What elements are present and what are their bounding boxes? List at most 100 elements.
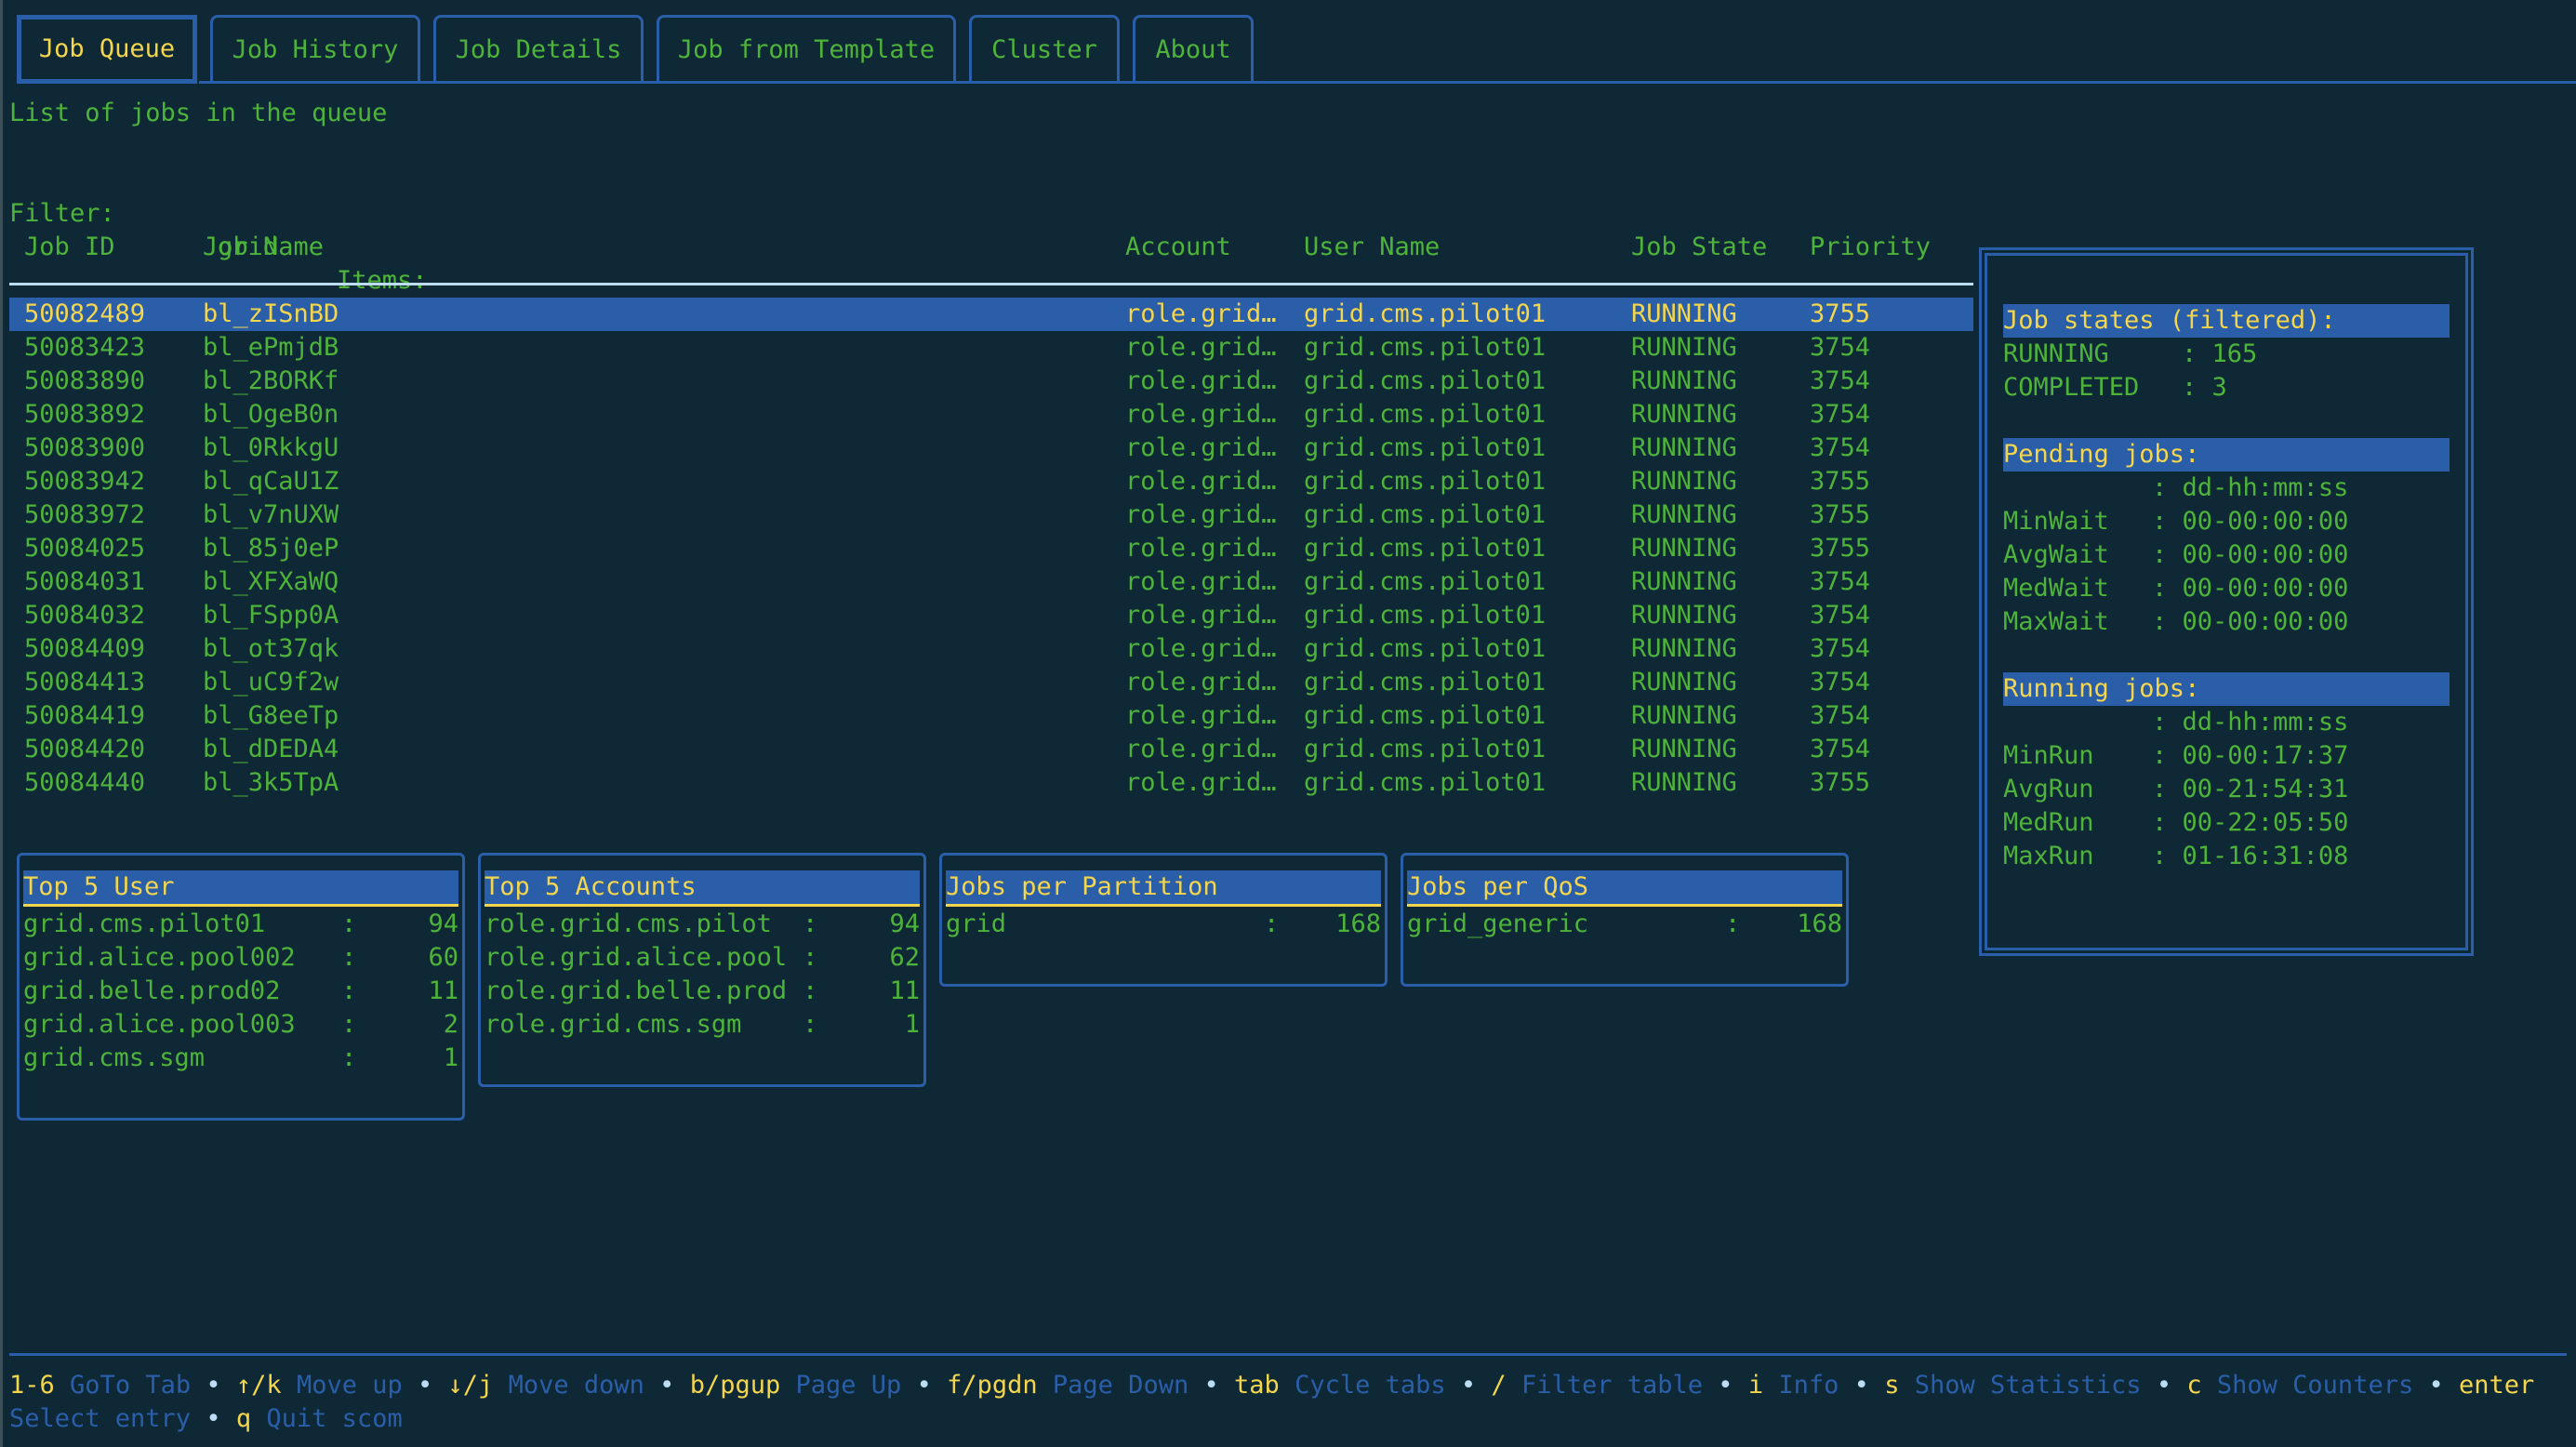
job-state-cell: RUNNING xyxy=(1631,534,1737,563)
counter-colon: : xyxy=(341,1043,357,1072)
tab-job-from-template[interactable]: Job from Template xyxy=(657,15,956,82)
priority-cell: 3755 xyxy=(1810,299,1871,328)
user-name-cell: grid.cms.pilot01 xyxy=(1304,735,1547,763)
job-id-cell: 50083942 xyxy=(24,467,146,496)
table-row[interactable]: 50084413 bl_uC9f2w role.grid… grid.cms.pilo… xyxy=(9,666,1973,699)
counter-colon: : xyxy=(803,1010,818,1039)
job-name-cell: bl_FSpp0A xyxy=(203,601,339,630)
shortcut-key: c xyxy=(2186,1371,2202,1400)
shortcut-label: Cycle tabs xyxy=(1295,1371,1446,1400)
shortcut-item: / Filter table xyxy=(1491,1371,1703,1400)
user-name-cell: grid.cms.pilot01 xyxy=(1304,701,1547,730)
table-row[interactable]: 50084032 bl_FSpp0A role.grid… grid.cms.pilo… xyxy=(9,599,1973,632)
shortcut-item: f/pgdn Page Down xyxy=(947,1371,1188,1400)
user-name-cell: grid.cms.pilot01 xyxy=(1304,433,1547,462)
table-row[interactable]: 50083900 bl_0RkkgU role.grid… grid.cms.pilo… xyxy=(9,431,1973,465)
counter-key: grid.belle.prod02 xyxy=(23,976,281,1005)
stat-line: MinWait: 00-00:00:00 xyxy=(2003,507,2349,536)
column-header-job-id[interactable]: Job ID xyxy=(24,231,115,264)
priority-cell: 3755 xyxy=(1810,467,1871,496)
counter-line: grid_generic: 168 xyxy=(1407,908,1842,941)
counter-value: 2 xyxy=(443,1010,458,1039)
column-header-job-state[interactable]: Job State xyxy=(1631,231,1767,264)
job-state-cell: RUNNING xyxy=(1631,366,1737,395)
table-row[interactable]: 50084031 bl_XFXaWQ role.grid… grid.cms.pilo… xyxy=(9,565,1973,599)
table-row[interactable]: 50083892 bl_OgeB0n role.grid… grid.cms.pilo… xyxy=(9,398,1973,431)
job-id-cell: 50084032 xyxy=(24,601,146,630)
table-row[interactable]: 50084025 bl_85j0eP role.grid… grid.cms.pilo… xyxy=(9,532,1973,565)
column-header-user-name[interactable]: User Name xyxy=(1304,231,1440,264)
column-header-account[interactable]: Account xyxy=(1125,231,1231,264)
user-name-cell: grid.cms.pilot01 xyxy=(1304,534,1547,563)
tab-job-history[interactable]: Job History xyxy=(210,15,420,82)
top-accounts-heading: Top 5 Accounts xyxy=(485,870,920,907)
table-row[interactable]: 50084420 bl_dDEDA4 role.grid… grid.cms.pilo… xyxy=(9,733,1973,766)
counter-colon: : xyxy=(341,909,357,938)
shortcut-label: Info xyxy=(1778,1371,1839,1400)
counter-colon: : xyxy=(803,943,818,972)
account-cell: role.grid… xyxy=(1125,299,1277,328)
jobs-per-partition-heading: Jobs per Partition xyxy=(946,870,1381,907)
priority-cell: 3754 xyxy=(1810,333,1871,362)
job-id-cell: 50084031 xyxy=(24,567,146,596)
counter-value: 168 xyxy=(1797,909,1842,938)
shortcut-label: Quit scom xyxy=(266,1404,403,1433)
column-header-job-name[interactable]: Job Name xyxy=(203,231,324,264)
job-state-cell: RUNNING xyxy=(1631,668,1737,697)
table-row[interactable]: 50083942 bl_qCaU1Z role.grid… grid.cms.pilo… xyxy=(9,465,1973,498)
separator-dot-icon: • xyxy=(1460,1371,1477,1400)
shortcut-key: q xyxy=(235,1404,252,1433)
tab-bar: Job Queue Job History Job Details Job fr… xyxy=(0,0,2576,86)
job-name-cell: bl_85j0eP xyxy=(203,534,339,563)
table-row[interactable]: 50084440 bl_3k5TpA role.grid… grid.cms.pilo… xyxy=(9,766,1973,800)
top-users-box: Top 5 User grid.cms.pilot01: 94 grid.alice… xyxy=(17,853,465,1121)
account-cell: role.grid… xyxy=(1125,668,1277,697)
tab-job-queue[interactable]: Job Queue xyxy=(17,15,197,84)
stat-format-line: : dd-hh:mm:ss xyxy=(2152,473,2349,502)
account-cell: role.grid… xyxy=(1125,333,1277,362)
table-row[interactable]: 50083423 bl_ePmjdB role.grid… grid.cms.pilo… xyxy=(9,331,1973,365)
table-row[interactable]: 50084419 bl_G8eeTp role.grid… grid.cms.pilo… xyxy=(9,699,1973,733)
statistics-panel-inner-border: Job states (filtered): RUNNING: 165 COMP… xyxy=(1985,253,2468,950)
separator-dot-icon: • xyxy=(1853,1371,1869,1400)
counter-key: grid.cms.sgm xyxy=(23,1043,206,1072)
priority-cell: 3754 xyxy=(1810,400,1871,429)
job-state-cell: RUNNING xyxy=(1631,735,1737,763)
priority-cell: 3754 xyxy=(1810,601,1871,630)
counter-key: role.grid.cms.sgm xyxy=(485,1010,742,1039)
table-row-selected[interactable]: 50082489 bl_zISnBD role.grid… grid.cms.pilo… xyxy=(9,298,1973,331)
account-cell: role.grid… xyxy=(1125,366,1277,395)
table-row[interactable]: 50083890 bl_2BORKf role.grid… grid.cms.pilo… xyxy=(9,365,1973,398)
separator-dot-icon: • xyxy=(206,1371,221,1400)
tab-label: Job Details xyxy=(455,34,622,64)
column-header-priority[interactable]: Priority xyxy=(1810,231,1931,264)
separator-dot-icon: • xyxy=(1718,1371,1733,1400)
job-state-cell: RUNNING xyxy=(1631,500,1737,529)
shortcut-item: 1-6 GoTo Tab xyxy=(9,1371,191,1400)
counter-key: grid xyxy=(946,909,1007,938)
shortcut-key: s xyxy=(1884,1371,1900,1400)
tab-about[interactable]: About xyxy=(1133,15,1254,82)
tab-job-details[interactable]: Job Details xyxy=(433,15,644,82)
user-name-cell: grid.cms.pilot01 xyxy=(1304,634,1547,663)
counter-colon: : xyxy=(341,1010,357,1039)
table-header-separator xyxy=(9,283,1973,285)
counter-colon: : xyxy=(341,976,357,1005)
counter-line: role.grid.alice.pool: 62 xyxy=(485,941,920,975)
counter-key: role.grid.belle.prod xyxy=(485,976,788,1005)
job-state-cell: RUNNING xyxy=(1631,400,1737,429)
job-id-cell: 50084420 xyxy=(24,735,146,763)
job-name-cell: bl_uC9f2w xyxy=(203,668,339,697)
account-cell: role.grid… xyxy=(1125,467,1277,496)
table-row[interactable]: 50083972 bl_v7nUXW role.grid… grid.cms.pilo… xyxy=(9,498,1973,532)
job-id-cell: 50084413 xyxy=(24,668,146,697)
shortcut-label: Select entry xyxy=(9,1404,192,1433)
job-id-cell: 50084025 xyxy=(24,534,146,563)
counter-colon: : xyxy=(803,976,818,1005)
tab-cluster[interactable]: Cluster xyxy=(969,15,1120,82)
counter-line: role.grid.cms.sgm: 1 xyxy=(485,1008,920,1042)
table-row[interactable]: 50084409 bl_ot37qk role.grid… grid.cms.pilo… xyxy=(9,632,1973,666)
separator-dot-icon: • xyxy=(2428,1371,2444,1400)
shortcut-item: q Quit scom xyxy=(236,1404,403,1433)
keyboard-shortcuts-bar: 1-6 GoTo Tab • ↑/k Move up • ↓/j Move do… xyxy=(9,1369,2557,1436)
